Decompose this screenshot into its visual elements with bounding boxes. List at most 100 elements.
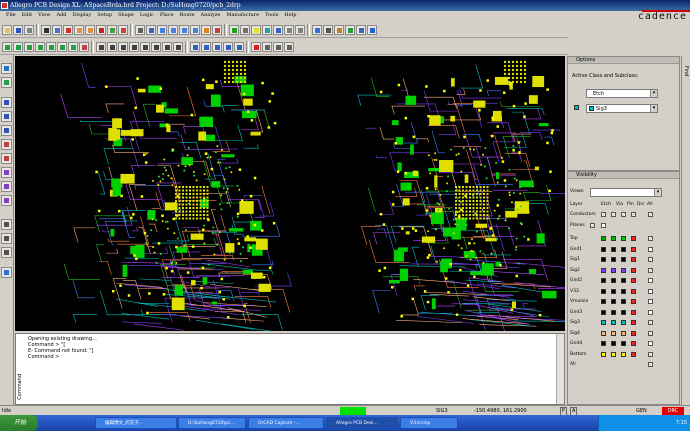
pick-icon[interactable] (96, 24, 106, 35)
shape-edit-icon[interactable] (140, 41, 150, 52)
connect-icon[interactable] (1, 97, 12, 108)
layer-color-swatch[interactable] (621, 236, 626, 241)
taskbar-item[interactable]: V3.trcInp (400, 417, 458, 429)
shape-merge-icon[interactable] (151, 41, 161, 52)
menu-route[interactable]: Route (180, 11, 195, 20)
views-select[interactable]: ▾ (590, 188, 662, 197)
layer-color-swatch[interactable] (601, 351, 606, 357)
tune-tool-icon[interactable] (1, 139, 12, 150)
stats-icon[interactable] (356, 24, 366, 35)
start-button[interactable]: 开始 (0, 415, 38, 431)
delay-tune-icon[interactable] (24, 41, 34, 52)
layer-color-swatch[interactable] (611, 299, 616, 304)
open-icon[interactable] (2, 24, 12, 35)
layer-color-swatch[interactable] (621, 278, 626, 283)
via-tool-icon[interactable] (1, 153, 12, 164)
visibility-checkbox[interactable]: ✓ (590, 223, 595, 228)
spread-icon[interactable] (68, 41, 78, 52)
info-icon[interactable] (312, 24, 322, 35)
layer-all-checkbox[interactable] (648, 288, 653, 294)
layer-color-swatch[interactable] (631, 351, 636, 357)
layer-color-swatch[interactable] (621, 257, 626, 262)
layer-color-swatch[interactable] (611, 278, 616, 283)
color-icon[interactable] (229, 24, 239, 35)
layer-all-checkbox[interactable]: ✓ (648, 330, 653, 336)
layer-color-swatch[interactable] (611, 330, 616, 336)
report-icon[interactable] (262, 41, 272, 52)
layer-color-swatch[interactable] (611, 309, 616, 315)
layer-color-swatch[interactable] (611, 246, 616, 252)
blank-rats-icon[interactable] (295, 24, 305, 35)
layer-color-swatch[interactable] (611, 320, 616, 325)
visibility-checkbox[interactable]: ✓ (631, 212, 636, 217)
swap-icon[interactable] (201, 41, 211, 52)
artwork-icon[interactable] (273, 41, 283, 52)
layer-color-swatch[interactable] (621, 288, 626, 294)
menu-manufacture[interactable]: Manufacture (226, 11, 259, 20)
chevron-down-icon[interactable]: ▾ (650, 105, 657, 112)
layer-color-swatch[interactable] (611, 351, 616, 357)
redo-icon[interactable] (85, 24, 95, 35)
constraint-icon[interactable] (345, 24, 355, 35)
command-scrollbar[interactable] (556, 334, 564, 404)
undo-icon[interactable] (74, 24, 84, 35)
line-tool-icon[interactable] (1, 219, 12, 230)
visibility-checkbox[interactable]: ✓ (601, 212, 606, 217)
zoom-previous-icon[interactable] (190, 24, 200, 35)
zoom-out-icon[interactable] (168, 24, 178, 35)
ratsnest-icon[interactable] (284, 24, 294, 35)
drc-icon[interactable] (251, 41, 261, 52)
3d-view-icon[interactable] (212, 24, 222, 35)
add-connect-icon[interactable] (2, 41, 12, 52)
layer-color-swatch[interactable] (631, 246, 636, 252)
slide-tool-icon[interactable] (1, 125, 12, 136)
layer-color-swatch[interactable] (621, 267, 626, 273)
vertex-icon[interactable] (46, 41, 56, 52)
layer-color-swatch[interactable] (601, 236, 606, 241)
zoom-fit-icon[interactable] (146, 24, 156, 35)
shape-rect-icon[interactable] (107, 41, 117, 52)
place-icon[interactable] (190, 41, 200, 52)
layer-color-swatch[interactable] (601, 288, 606, 294)
text-icon[interactable] (173, 41, 183, 52)
pcb-layout[interactable] (15, 56, 565, 331)
shape-void-icon[interactable] (129, 41, 139, 52)
layer-color-swatch[interactable] (621, 330, 626, 336)
shadow-icon[interactable] (240, 24, 250, 35)
move-icon[interactable] (41, 24, 51, 35)
layer-color-swatch[interactable] (631, 320, 636, 325)
layers-icon[interactable] (273, 24, 283, 35)
layer-color-swatch[interactable] (611, 236, 616, 241)
layer-color-swatch[interactable] (601, 309, 606, 315)
layer-all-checkbox[interactable]: ✓ (648, 267, 653, 273)
slide-icon[interactable] (13, 41, 23, 52)
bus-tool-icon[interactable] (1, 267, 12, 278)
layer-color-swatch[interactable] (611, 257, 616, 262)
drc-indicator[interactable]: DRC (662, 407, 684, 415)
menu-logic[interactable]: Logic (140, 11, 154, 20)
taskbar-item[interactable]: 编辑博文_药交子... (95, 417, 177, 429)
route-tool-icon[interactable] (1, 111, 12, 122)
arc-tool-icon[interactable] (1, 233, 12, 244)
menu-file[interactable]: File (6, 11, 16, 20)
layer-color-swatch[interactable] (631, 278, 636, 283)
property-icon[interactable] (334, 24, 344, 35)
menu-help[interactable]: Help (284, 11, 296, 20)
visibility-checkbox[interactable]: ✓ (648, 212, 653, 217)
layer-color-swatch[interactable] (601, 330, 606, 336)
layer-all-checkbox[interactable] (648, 299, 653, 304)
help-icon[interactable] (367, 24, 377, 35)
layer-color-swatch[interactable] (631, 299, 636, 304)
layer-color-swatch[interactable] (631, 236, 636, 241)
align-icon[interactable] (212, 41, 222, 52)
taskbar-item-active[interactable]: Allegro PCB Desi... (326, 417, 398, 429)
visibility-checkbox[interactable] (601, 223, 606, 228)
shape-add-icon[interactable] (96, 41, 106, 52)
custom-smooth-icon[interactable] (35, 41, 45, 52)
layer-all-checkbox[interactable] (648, 341, 653, 346)
taskbar-item[interactable]: OrCAD Capture -... (248, 417, 324, 429)
menu-view[interactable]: View (38, 11, 50, 20)
layer-color-swatch[interactable] (601, 320, 606, 325)
layer-color-swatch[interactable] (611, 288, 616, 294)
layer-color-swatch[interactable] (631, 267, 636, 273)
